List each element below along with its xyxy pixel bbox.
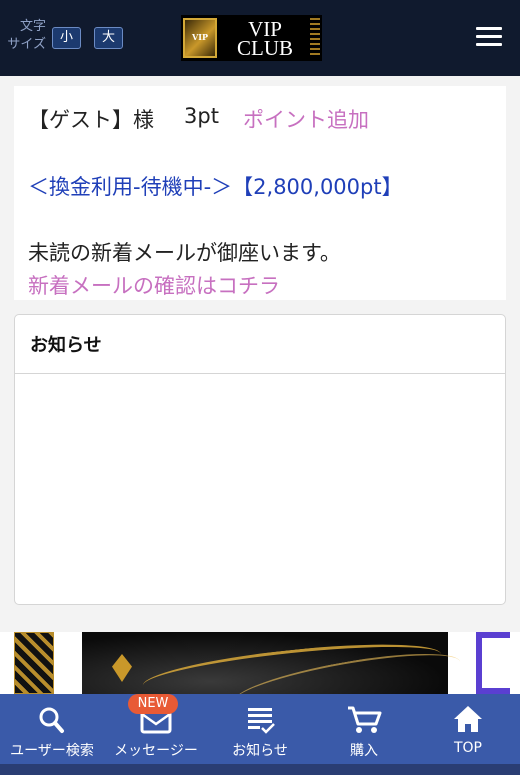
unread-mail-message: 未読の新着メールが御座います。 bbox=[28, 241, 341, 265]
bottom-bar bbox=[0, 764, 520, 775]
font-size-label-line1: 文字 bbox=[19, 19, 46, 34]
notice-list-icon bbox=[248, 708, 275, 734]
nav-label-notices: お知らせ bbox=[232, 743, 288, 759]
logo-glitter bbox=[310, 18, 320, 58]
header: 文字 サイズ 小 大 VIP VIP CLUB bbox=[0, 0, 520, 76]
hamburger-menu-icon[interactable] bbox=[476, 27, 502, 47]
butterfly-icon bbox=[112, 654, 132, 682]
bottom-nav: ユーザー検索 メッセージー お知らせ 購入 TOP bbox=[0, 694, 520, 775]
nav-label-top: TOP bbox=[453, 740, 482, 756]
notice-panel: お知らせ bbox=[14, 314, 506, 605]
vip-emblem-text: VIP bbox=[192, 32, 208, 42]
guest-user-label: 【ゲスト】様 bbox=[28, 108, 154, 132]
nav-top[interactable]: TOP bbox=[416, 694, 520, 764]
exchange-status-link[interactable]: ＜換金利用-待機中-＞【2,800,000pt】 bbox=[28, 171, 403, 201]
banner-thumb-left[interactable] bbox=[14, 632, 54, 694]
check-mail-link[interactable]: 新着メールの確認はコチラ bbox=[28, 270, 280, 300]
new-badge: NEW bbox=[128, 694, 178, 714]
vip-emblem-icon: VIP bbox=[183, 18, 217, 58]
nav-label-purchase: 購入 bbox=[350, 743, 378, 759]
font-size-label: 文字 サイズ bbox=[4, 18, 50, 54]
add-points-link[interactable]: ポイント追加 bbox=[243, 104, 369, 134]
font-size-small-button[interactable]: 小 bbox=[52, 27, 82, 49]
points-value: 3pt bbox=[184, 104, 219, 128]
nav-label-user-search: ユーザー検索 bbox=[10, 743, 94, 759]
nav-label-messages: メッセージー bbox=[114, 743, 198, 759]
font-size-large-button[interactable]: 大 bbox=[94, 27, 124, 49]
banner-carousel[interactable] bbox=[0, 632, 520, 694]
nav-notices[interactable]: お知らせ bbox=[208, 694, 312, 764]
cart-icon bbox=[348, 706, 382, 733]
notice-title: お知らせ bbox=[15, 315, 505, 374]
nav-user-search[interactable]: ユーザー検索 bbox=[0, 694, 104, 764]
vip-club-logo[interactable]: VIP VIP CLUB bbox=[181, 15, 322, 61]
font-size-label-line2: サイズ bbox=[7, 37, 46, 52]
nav-purchase[interactable]: 購入 bbox=[312, 694, 416, 764]
banner-thumb-right[interactable] bbox=[476, 632, 510, 694]
home-icon bbox=[454, 706, 482, 732]
banner-main[interactable] bbox=[82, 632, 464, 694]
logo-line2: CLUB bbox=[236, 36, 293, 60]
search-icon bbox=[39, 707, 64, 733]
